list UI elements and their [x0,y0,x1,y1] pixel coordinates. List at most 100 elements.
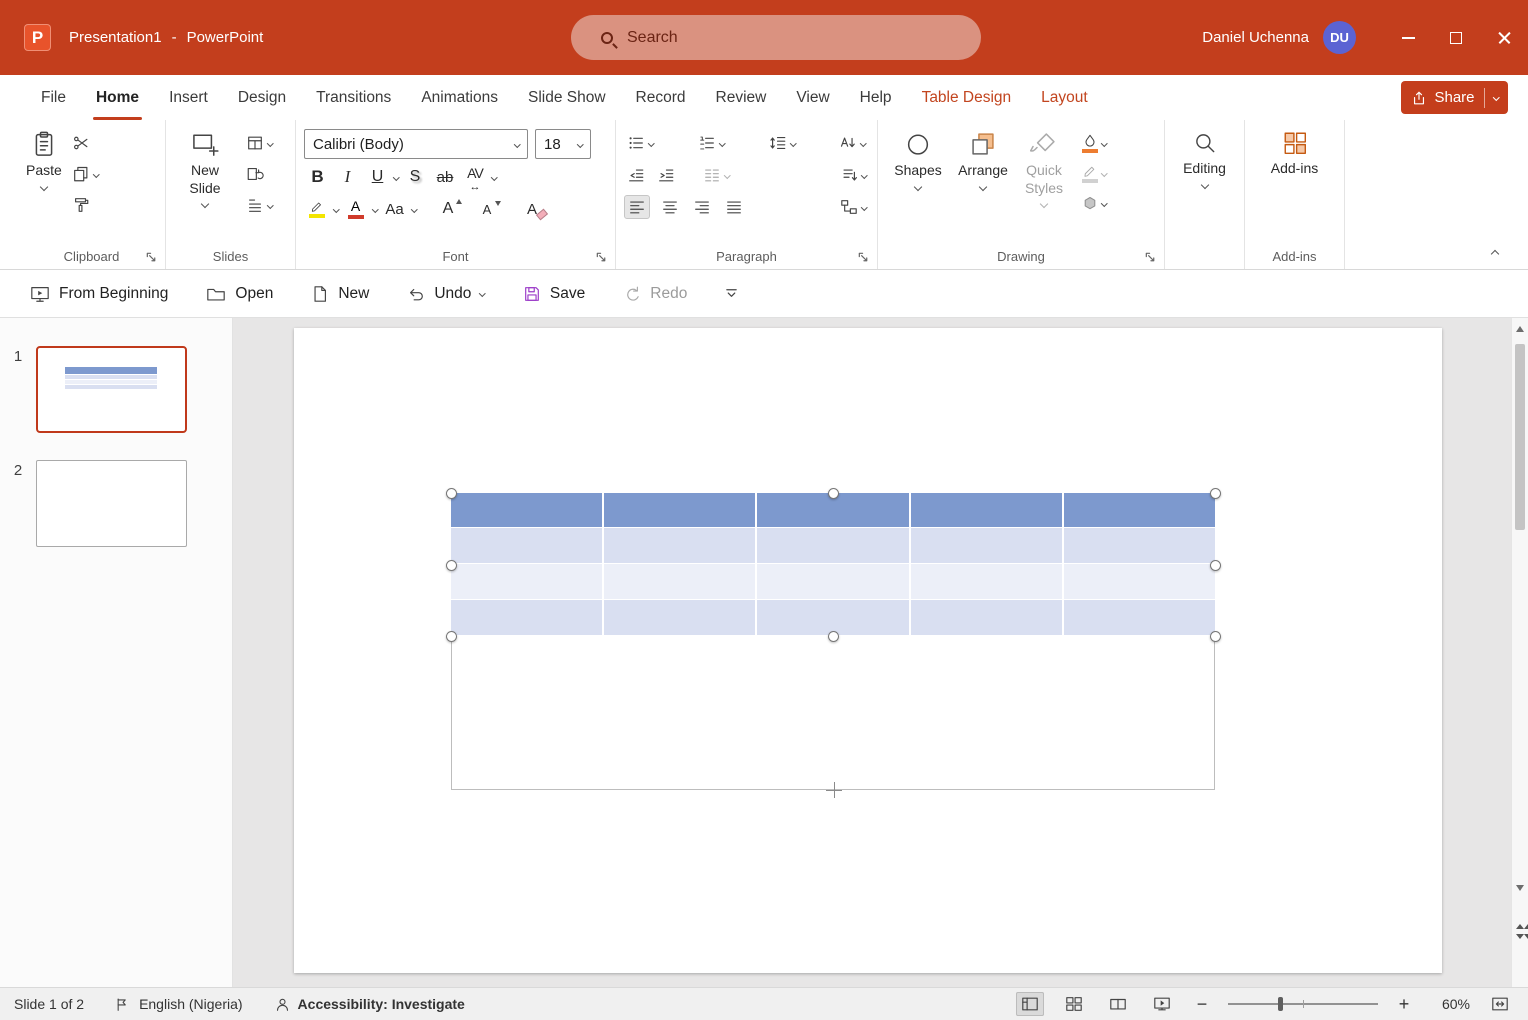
scroll-down-arrow[interactable] [1516,885,1524,891]
shape-effects-button[interactable] [1080,191,1109,215]
justify-button[interactable] [722,196,746,218]
share-button[interactable]: Share [1401,81,1508,114]
previous-slide-button[interactable] [1516,907,1528,925]
table-cell[interactable] [911,564,1064,599]
chevron-down-icon[interactable] [1101,200,1107,206]
powerpoint-logo-icon[interactable]: P [24,24,51,51]
section-button[interactable] [244,193,275,217]
chevron-down-icon[interactable] [267,202,273,208]
search-box[interactable]: Search [571,15,981,60]
zoom-in-button[interactable] [1394,994,1414,1014]
chevron-down-icon[interactable] [1493,94,1499,100]
character-spacing-button[interactable]: AV [462,163,489,191]
slide-sorter-view-button[interactable] [1060,992,1088,1016]
slide-2-thumbnail[interactable] [36,460,187,547]
tab-transitions[interactable]: Transitions [301,75,406,120]
line-spacing-button[interactable] [766,132,799,154]
chevron-down-icon[interactable] [1200,180,1208,188]
editing-button[interactable]: Editing [1183,125,1226,269]
table-cell[interactable] [604,493,757,527]
table-cell[interactable] [911,600,1064,635]
increase-indent-button[interactable] [654,164,678,186]
accessibility-person-icon[interactable] [275,997,290,1012]
tab-review[interactable]: Review [701,75,782,120]
chevron-down-icon[interactable] [719,140,725,146]
format-painter-button[interactable] [70,193,101,217]
user-name[interactable]: Daniel Uchenna [1202,29,1309,46]
table-cell[interactable] [757,564,910,599]
font-family-select[interactable]: Calibri (Body) [304,129,528,159]
zoom-slider[interactable] [1228,1003,1378,1005]
underline-button[interactable]: U [364,163,391,191]
increase-font-size-button[interactable]: A [435,195,462,223]
clipboard-dialog-launcher[interactable] [145,251,158,264]
text-shadow-button[interactable]: S [402,163,429,191]
sort-button[interactable] [836,132,869,154]
table-resize-handle-bottom-middle[interactable] [828,631,839,642]
table-cell[interactable] [757,600,910,635]
shape-fill-button[interactable] [1080,131,1109,155]
table-cell[interactable] [604,564,757,599]
table-row[interactable] [451,528,1215,564]
table-resize-handle-top-middle[interactable] [828,488,839,499]
minimize-button[interactable] [1384,0,1432,75]
scrollbar-thumb[interactable] [1515,344,1525,530]
slide-table[interactable] [451,493,1215,636]
table-cell[interactable] [451,493,604,527]
scroll-up-arrow[interactable] [1516,326,1524,332]
paragraph-dialog-launcher[interactable] [857,251,870,264]
language-indicator[interactable]: English (Nigeria) [139,996,242,1012]
chevron-down-icon[interactable] [201,200,209,208]
reading-view-button[interactable] [1104,992,1132,1016]
table-cell[interactable] [911,493,1064,527]
zoom-level[interactable]: 60% [1430,996,1470,1012]
chevron-down-icon[interactable] [411,206,417,212]
slide-1-thumbnail[interactable] [36,346,187,433]
chevron-down-icon[interactable] [372,206,378,212]
collapse-ribbon-chevron-icon[interactable] [1491,250,1499,258]
chevron-down-icon[interactable] [861,204,867,210]
chevron-down-icon[interactable] [1101,140,1107,146]
chevron-down-icon[interactable] [790,140,796,146]
table-cell[interactable] [1064,564,1215,599]
chevron-down-icon[interactable] [724,172,730,178]
chevron-down-icon[interactable] [40,182,48,190]
next-slide-button[interactable] [1516,939,1528,957]
reset-slide-button[interactable] [244,162,275,186]
chevron-down-icon[interactable] [1040,200,1048,208]
chevron-down-icon[interactable] [491,174,497,180]
drawing-dialog-launcher[interactable] [1144,251,1157,264]
text-highlight-button[interactable] [304,195,330,223]
normal-view-button[interactable] [1016,992,1044,1016]
from-beginning-button[interactable]: From Beginning [30,284,168,304]
align-left-button[interactable] [624,195,650,219]
tab-slide-show[interactable]: Slide Show [513,75,621,120]
chevron-down-icon[interactable] [333,206,339,212]
chevron-down-icon[interactable] [861,140,867,146]
content-placeholder[interactable] [451,493,1215,790]
copy-button[interactable] [70,162,101,186]
proofing-flag-icon[interactable] [114,997,129,1012]
decrease-indent-button[interactable] [624,164,648,186]
table-row[interactable] [451,564,1215,600]
font-color-button[interactable]: A [343,195,369,223]
tab-help[interactable]: Help [845,75,907,120]
table-cell[interactable] [911,528,1064,563]
slide-indicator[interactable]: Slide 1 of 2 [14,996,84,1012]
clear-formatting-button[interactable]: A [519,195,546,223]
save-button[interactable]: Save [523,285,585,303]
tab-design[interactable]: Design [223,75,301,120]
redo-button[interactable]: Redo [623,285,687,303]
table-resize-handle-bottom-left[interactable] [446,631,457,642]
chevron-down-icon[interactable] [479,290,485,296]
table-resize-handle-middle-right[interactable] [1210,560,1221,571]
vertical-scrollbar[interactable] [1511,318,1528,987]
italic-button[interactable]: I [334,163,361,191]
tab-animations[interactable]: Animations [406,75,513,120]
table-cell[interactable] [451,600,604,635]
arrange-button[interactable]: Arrange [950,125,1016,244]
decrease-font-size-button[interactable]: A [474,195,501,223]
tab-view[interactable]: View [781,75,844,120]
font-dialog-launcher[interactable] [595,251,608,264]
chevron-down-icon[interactable] [979,182,987,190]
